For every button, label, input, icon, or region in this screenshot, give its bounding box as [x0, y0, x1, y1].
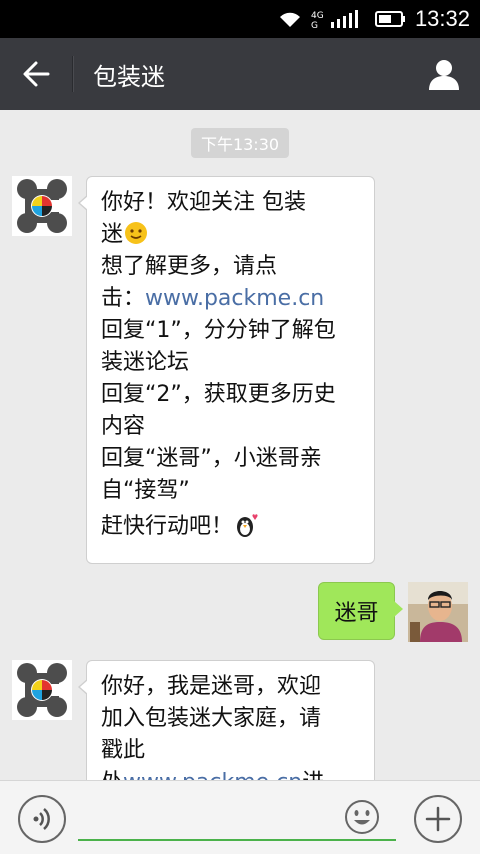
message-line: 装迷论坛 — [101, 350, 190, 375]
more-button[interactable] — [414, 795, 462, 843]
message-line: 赶快行动吧！ — [101, 511, 360, 543]
person-icon — [429, 60, 459, 90]
message-bubble-official[interactable]: 你好！欢迎关注 包装 迷 想了解更多，请点 击：www.packme.cn 回复… — [78, 176, 375, 564]
message-bubble-mine[interactable]: 迷哥 — [318, 582, 403, 640]
message-line: 击：www.packme.cn — [101, 286, 325, 311]
status-bar: 4G G 13:32 — [0, 0, 480, 38]
message-line: 回复“1”，分分钟了解包 — [101, 318, 336, 343]
message-bubble-official[interactable]: 你好，我是迷哥，欢迎 加入包装迷大家庭，请 戳此 处www.packme.cn进 — [78, 660, 375, 780]
plus-icon — [425, 806, 451, 832]
packme-logo-icon — [12, 660, 72, 720]
message-timestamp: 下午13:30 — [191, 128, 289, 158]
voice-button[interactable] — [18, 795, 66, 843]
emoji-button[interactable] — [344, 799, 380, 835]
input-bar — [0, 780, 480, 854]
packme-logo-icon — [12, 176, 72, 236]
profile-button[interactable] — [408, 38, 480, 110]
chat-screen: 4G G 13:32 包装迷 下午13:30 你好！欢迎关注 包装 迷 想了解更… — [0, 0, 480, 854]
message-line: 回复“2”，获取更多历史 — [101, 382, 336, 407]
message-line: 自“接驾” — [101, 478, 190, 503]
wifi-icon — [277, 9, 303, 29]
title-bar: 包装迷 — [0, 38, 480, 110]
network-label: 4G — [311, 11, 324, 21]
smiley-emoji-icon — [125, 222, 148, 244]
signal-icon: 4G G — [311, 8, 367, 30]
battery-icon — [374, 9, 407, 29]
title-divider — [72, 56, 73, 92]
my-avatar[interactable] — [408, 582, 468, 642]
page-title: 包装迷 — [93, 62, 165, 91]
message-line: 想了解更多，请点 — [101, 254, 278, 279]
user-photo-icon — [408, 582, 468, 642]
emoji-icon — [345, 800, 379, 834]
website-link[interactable]: www.packme.cn — [123, 770, 302, 780]
back-button[interactable] — [0, 38, 72, 110]
message-line: 你好！欢迎关注 包装 — [101, 190, 306, 215]
official-avatar[interactable] — [12, 176, 72, 236]
message-line: 内容 — [101, 414, 146, 439]
message-line: 处www.packme.cn进 — [101, 767, 360, 780]
svg-text:G: G — [311, 21, 318, 30]
message-line: 迷 — [101, 219, 360, 251]
voice-icon — [33, 808, 50, 830]
message-line: 你好，我是迷哥，欢迎 — [101, 674, 322, 699]
website-link[interactable]: www.packme.cn — [145, 286, 324, 311]
message-line: 回复“迷哥”，小迷哥亲 — [101, 446, 322, 471]
official-avatar[interactable] — [12, 660, 72, 720]
message-text: 迷哥 — [334, 601, 379, 626]
message-line: 加入包装迷大家庭，请 — [101, 706, 322, 731]
penguin-emoji-icon — [237, 514, 258, 537]
status-time: 13:32 — [414, 6, 470, 31]
message-line: 戳此 — [101, 738, 146, 763]
arrow-left-icon — [23, 61, 50, 87]
chat-area[interactable]: 下午13:30 你好！欢迎关注 包装 迷 想了解更多，请点 击：www.pack… — [0, 110, 480, 780]
